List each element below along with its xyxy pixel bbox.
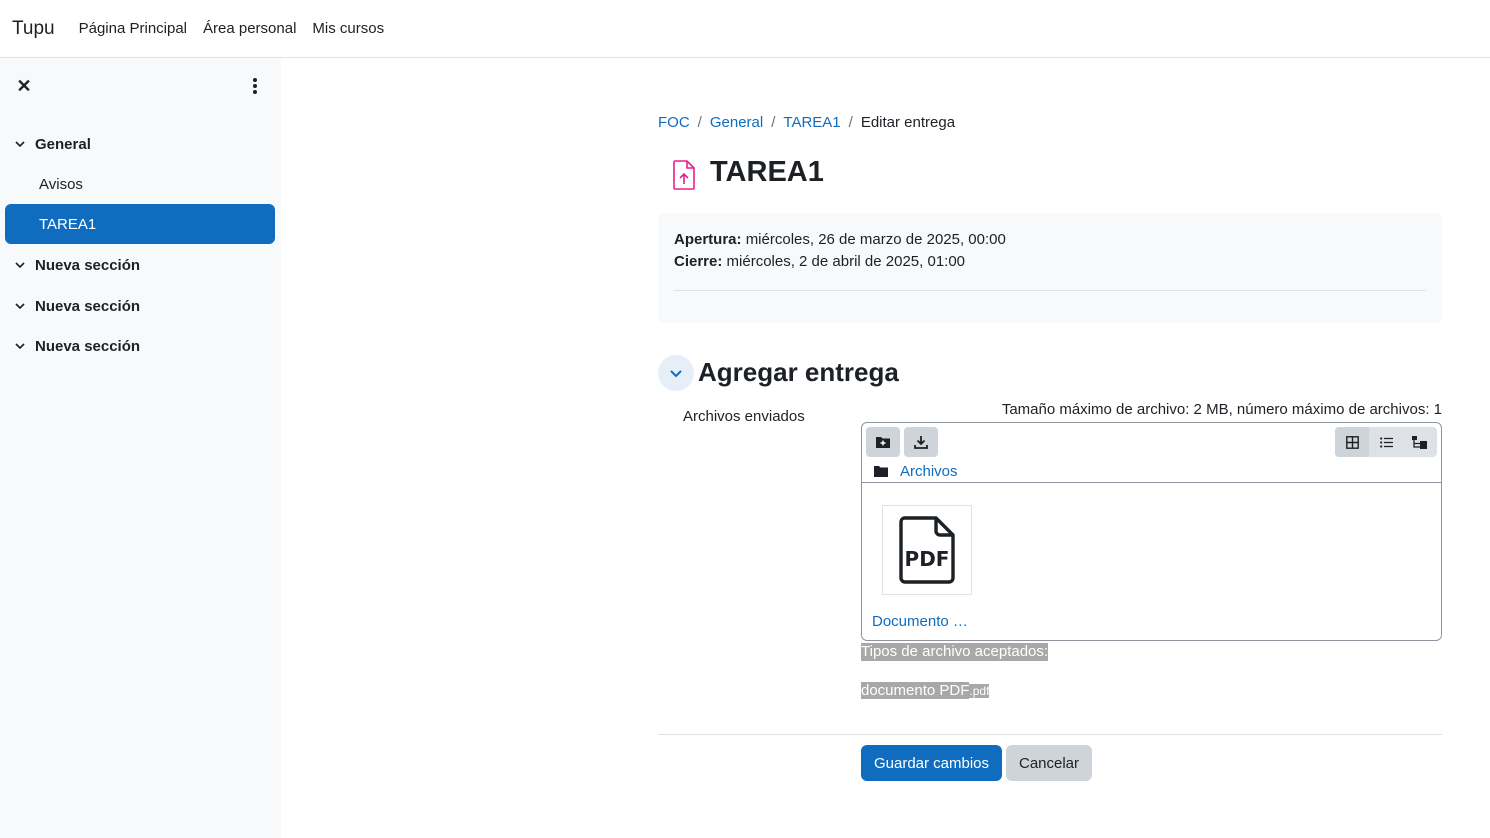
breadcrumb-separator: / <box>848 114 853 131</box>
closing-label: Cierre: <box>674 253 723 270</box>
folder-icon <box>874 466 888 477</box>
drawer-item-tarea1[interactable]: TAREA1 <box>5 204 275 244</box>
file-name-link[interactable]: Documento … <box>872 613 968 630</box>
breadcrumb-separator: / <box>771 114 776 131</box>
chevron-down-icon <box>15 343 25 350</box>
drawer-item-avisos[interactable]: Avisos <box>5 164 275 204</box>
breadcrumb-current: Editar entrega <box>860 114 956 131</box>
chevron-down-icon <box>15 262 25 269</box>
section-label: Nueva sección <box>35 337 141 355</box>
chevron-down-icon <box>15 303 25 310</box>
save-button[interactable]: Guardar cambios <box>861 745 1002 781</box>
file-thumbnail[interactable]: PDF <box>882 505 972 595</box>
divider <box>674 290 1426 291</box>
section-label: Nueva sección <box>35 297 141 315</box>
close-icon[interactable]: ✕ <box>14 76 34 96</box>
opening-date: Apertura: miércoles, 26 de marzo de 2025… <box>674 231 1006 248</box>
site-brand[interactable]: Tupu <box>12 18 55 40</box>
cancel-button[interactable]: Cancelar <box>1006 745 1092 781</box>
section-nueva-3[interactable]: Nueva sección <box>14 336 140 356</box>
accepted-type-ext: .pdf <box>969 684 990 698</box>
pdf-file-icon: PDF <box>899 516 955 584</box>
view-tree-button[interactable] <box>1403 427 1437 457</box>
add-file-button[interactable] <box>866 427 900 457</box>
file-manager-toolbar: Archivos <box>862 423 1441 483</box>
accepted-type-row: documento PDF.pdf <box>861 682 990 700</box>
nav-link-dashboard[interactable]: Área personal <box>203 20 296 37</box>
view-mode-group <box>1335 427 1437 457</box>
view-icons-button[interactable] <box>1335 427 1369 457</box>
assignment-upload-icon <box>673 160 695 190</box>
page-title: TAREA1 <box>710 156 824 188</box>
opening-value: miércoles, 26 de marzo de 2025, 00:00 <box>745 231 1006 248</box>
max-size-info: Tamaño máximo de archivo: 2 MB, número m… <box>1001 401 1442 418</box>
closing-date: Cierre: miércoles, 2 de abril de 2025, 0… <box>674 253 965 270</box>
section-title: Agregar entrega <box>698 357 899 387</box>
path-archivos-link[interactable]: Archivos <box>900 463 958 480</box>
download-icon <box>914 436 928 449</box>
files-field-label: Archivos enviados <box>683 408 805 425</box>
accepted-type-label: documento PDF <box>861 682 970 699</box>
breadcrumb-foc[interactable]: FOC <box>658 114 690 131</box>
breadcrumb: FOC / General / TAREA1 / Editar entrega <box>658 114 955 131</box>
top-navbar: Tupu Página Principal Área personal Mis … <box>0 0 1490 58</box>
breadcrumb-separator: / <box>697 114 702 131</box>
folder-plus-icon <box>876 437 890 448</box>
section-general[interactable]: General <box>14 134 91 154</box>
breadcrumb-tarea1[interactable]: TAREA1 <box>783 114 840 131</box>
accepted-types-title: Tipos de archivo aceptados: <box>861 643 1049 661</box>
nav-link-my-courses[interactable]: Mis cursos <box>312 20 384 37</box>
section-nueva-2[interactable]: Nueva sección <box>14 296 140 316</box>
download-all-button[interactable] <box>904 427 938 457</box>
section-label: Nueva sección <box>35 256 141 274</box>
chevron-down-icon <box>670 370 682 378</box>
pdf-file-type: PDF <box>905 547 950 571</box>
section-label: General <box>35 135 91 153</box>
opening-label: Apertura: <box>674 231 742 248</box>
divider <box>658 734 1442 735</box>
nav-link-home[interactable]: Página Principal <box>79 20 187 37</box>
file-manager: Archivos PDF Documento … <box>861 422 1442 641</box>
section-nueva-1[interactable]: Nueva sección <box>14 255 140 275</box>
file-path: Archivos <box>874 462 958 480</box>
course-index-drawer: ✕ General Avisos TAREA1 Nueva sección Nu… <box>0 58 281 838</box>
view-list-button[interactable] <box>1369 427 1403 457</box>
folder-tree-icon <box>1412 435 1427 449</box>
activity-dates: Apertura: miércoles, 26 de marzo de 2025… <box>658 213 1442 323</box>
collapse-section-button[interactable] <box>658 355 694 391</box>
grid-icon <box>1345 435 1359 449</box>
list-icon <box>1379 436 1393 448</box>
kebab-icon[interactable] <box>245 76 265 96</box>
chevron-down-icon <box>15 141 25 148</box>
closing-value: miércoles, 2 de abril de 2025, 01:00 <box>726 253 966 270</box>
breadcrumb-general[interactable]: General <box>710 114 763 131</box>
